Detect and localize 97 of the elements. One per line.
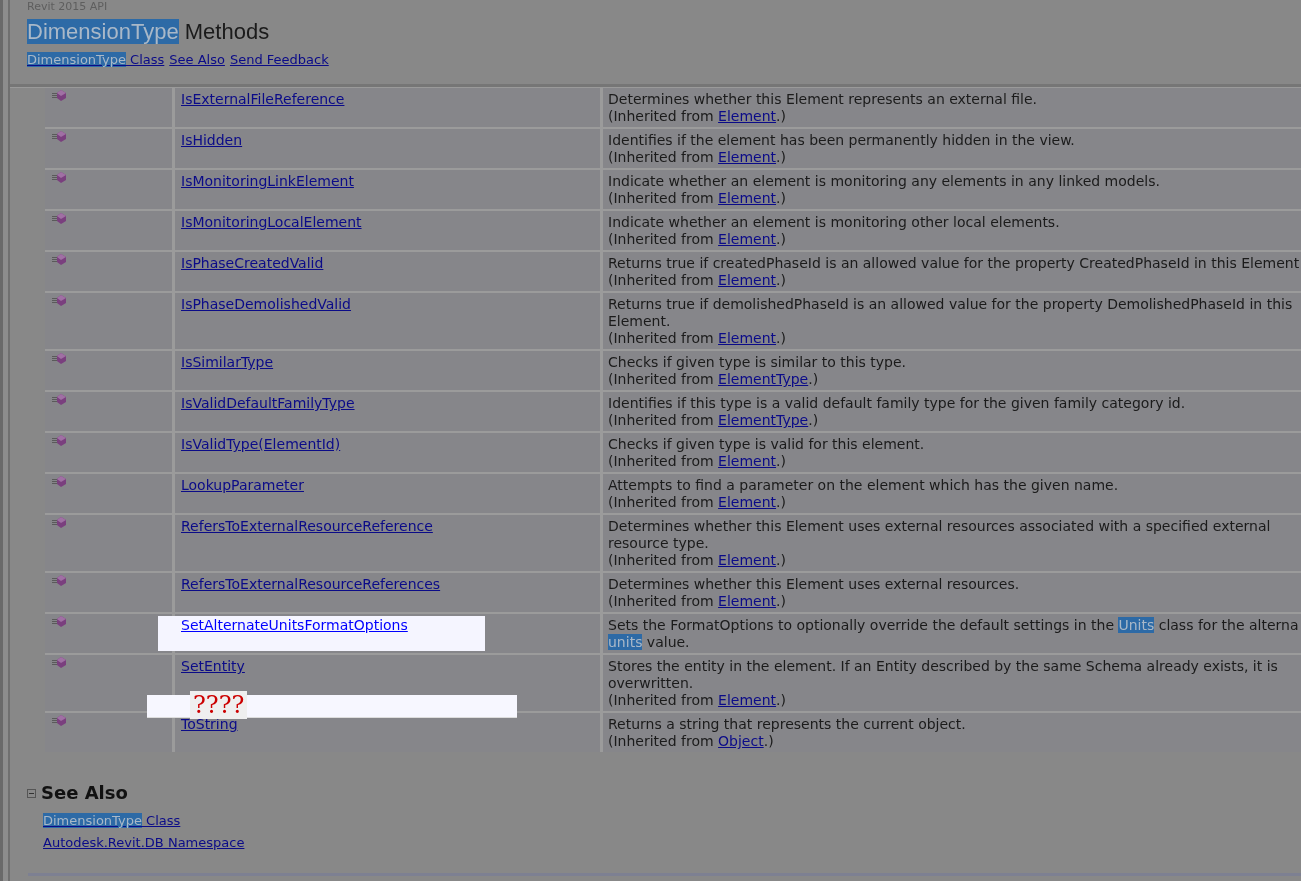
method-link[interactable]: SetAlternateUnitsFormatOptions bbox=[181, 617, 408, 633]
method-link[interactable]: IsValidDefaultFamilyType bbox=[181, 395, 355, 411]
inherited-text: .) bbox=[776, 272, 786, 289]
inherited-text: (Inherited from bbox=[608, 231, 715, 248]
method-description: Returns a string that represents the current object. bbox=[608, 716, 966, 733]
inherited-text: (Inherited from bbox=[608, 412, 715, 429]
method-link[interactable]: IsHidden bbox=[181, 132, 243, 148]
inherited-text: (Inherited from bbox=[608, 108, 715, 125]
inherited-text: (Inherited from bbox=[608, 453, 715, 470]
method-link[interactable]: IsMonitoringLinkElement bbox=[181, 173, 354, 189]
inherited-link[interactable]: Element bbox=[718, 692, 777, 709]
method-icon bbox=[52, 254, 66, 265]
method-icon bbox=[52, 172, 66, 183]
inherited-text: .) bbox=[776, 231, 786, 248]
method-description: Stores the entity in the element. If an Entity described by the same Schema already exists, it is bbox=[608, 658, 1278, 675]
method-icon bbox=[52, 575, 66, 586]
method-description: Determines whether this Element represents an external file. bbox=[608, 91, 1038, 108]
inherited-link[interactable]: ElementType bbox=[718, 412, 809, 429]
method-icon bbox=[52, 295, 66, 306]
annotation-note: ???? bbox=[190, 691, 248, 719]
method-icon bbox=[52, 476, 66, 487]
inherited-text: (Inherited from bbox=[608, 330, 715, 347]
method-icon bbox=[52, 435, 66, 446]
inherited-link[interactable]: Element bbox=[718, 231, 777, 248]
method-link[interactable]: IsValidType(ElementId) bbox=[181, 436, 341, 452]
method-link[interactable]: IsExternalFileReference bbox=[181, 91, 345, 107]
section-heading: See Also bbox=[41, 782, 128, 804]
method-icon bbox=[52, 213, 66, 224]
method-icon bbox=[52, 90, 66, 101]
method-description: Indicate whether an element is monitoring any elements in any linked models. bbox=[608, 173, 1160, 190]
inherited-text: .) bbox=[808, 412, 819, 429]
inherited-text: .) bbox=[776, 593, 786, 610]
method-icon bbox=[52, 394, 66, 405]
method-icon bbox=[52, 715, 66, 726]
inherited-text: .) bbox=[776, 190, 786, 207]
header-link[interactable]: Send Feedback bbox=[229, 52, 329, 68]
method-link[interactable]: RefersToExternalResourceReferences bbox=[181, 576, 441, 592]
inherited-link[interactable]: Element bbox=[718, 108, 777, 125]
method-description: overwritten. bbox=[608, 675, 694, 692]
inherited-link[interactable]: ElementType bbox=[718, 371, 809, 388]
method-link[interactable]: LookupParameter bbox=[181, 477, 304, 493]
inherited-link[interactable]: Element bbox=[718, 494, 777, 511]
inherited-text: (Inherited from bbox=[608, 371, 715, 388]
inherited-text: .) bbox=[776, 108, 786, 125]
method-description: Attempts to find a parameter on the element which has the given name. bbox=[608, 477, 1119, 494]
inherited-text: (Inherited from bbox=[608, 552, 715, 569]
inherited-text: (Inherited from bbox=[608, 733, 715, 750]
method-description: Returns true if demolishedPhaseId is an allowed value for the property DemolishedPhaseId in this bbox=[608, 296, 1293, 313]
header-link[interactable]: See Also bbox=[169, 52, 225, 68]
inherited-text: (Inherited from bbox=[608, 190, 715, 207]
method-link[interactable]: ToString bbox=[181, 716, 238, 732]
method-description: Checks if given type is similar to this type. bbox=[608, 354, 907, 371]
method-description: Returns true if createdPhaseId is an allowed value for the property CreatedPhaseId in this Element bbox=[608, 255, 1300, 272]
method-link[interactable]: IsPhaseDemolishedValid bbox=[181, 296, 351, 312]
inherited-text: .) bbox=[776, 494, 786, 511]
inherited-text: (Inherited from bbox=[608, 149, 715, 166]
method-icon bbox=[52, 131, 66, 142]
method-icon bbox=[52, 657, 66, 668]
inherited-link[interactable]: Element bbox=[718, 149, 777, 166]
method-description: Identifies if this type is a valid default family type for the given family category id. bbox=[608, 395, 1186, 412]
method-icon bbox=[52, 616, 66, 627]
method-description: Determines whether this Element uses external resources associated with a specified external bbox=[608, 518, 1271, 535]
collapse-icon[interactable] bbox=[27, 788, 36, 798]
inherited-link[interactable]: Element bbox=[718, 190, 777, 207]
inherited-text: .) bbox=[808, 371, 819, 388]
method-description: Element. bbox=[608, 313, 671, 330]
method-description: units value. bbox=[608, 634, 690, 651]
inherited-text: .) bbox=[776, 692, 786, 709]
method-description: Identifies if the element has been permanently hidden in the view. bbox=[608, 132, 1075, 149]
method-link[interactable]: RefersToExternalResourceReference bbox=[181, 518, 433, 534]
inherited-link[interactable]: Element bbox=[718, 593, 777, 610]
method-description: Checks if given type is valid for this element. bbox=[608, 436, 925, 453]
method-description: Determines whether this Element uses external resources. bbox=[608, 576, 1020, 593]
inherited-text: .) bbox=[763, 733, 774, 750]
method-link[interactable]: IsMonitoringLocalElement bbox=[181, 214, 362, 230]
method-link[interactable]: SetEntity bbox=[181, 658, 245, 674]
reference-link[interactable]: Autodesk.Revit.DB Namespace bbox=[43, 835, 245, 851]
method-description: Indicate whether an element is monitoring other local elements. bbox=[608, 214, 1060, 231]
method-link[interactable]: IsSimilarType bbox=[181, 354, 274, 370]
inherited-link[interactable]: Element bbox=[718, 272, 777, 289]
inherited-text: .) bbox=[776, 453, 786, 470]
inherited-text: (Inherited from bbox=[608, 593, 715, 610]
method-link[interactable]: IsPhaseCreatedValid bbox=[181, 255, 324, 271]
inherited-link[interactable]: Element bbox=[718, 552, 777, 569]
inherited-link[interactable]: Element bbox=[718, 330, 777, 347]
method-description: Sets the FormatOptions to optionally override the default settings in the Units class for the alterna bbox=[608, 617, 1299, 634]
method-icon bbox=[52, 353, 66, 364]
inherited-text: (Inherited from bbox=[608, 692, 715, 709]
method-description: resource type. bbox=[608, 535, 709, 552]
inherited-text: .) bbox=[776, 330, 786, 347]
inherited-link[interactable]: Element bbox=[718, 453, 777, 470]
inherited-text: (Inherited from bbox=[608, 494, 715, 511]
method-icon bbox=[52, 517, 66, 528]
inherited-text: (Inherited from bbox=[608, 272, 715, 289]
inherited-text: .) bbox=[776, 149, 786, 166]
inherited-link[interactable]: Object bbox=[718, 733, 764, 750]
inherited-text: .) bbox=[776, 552, 786, 569]
